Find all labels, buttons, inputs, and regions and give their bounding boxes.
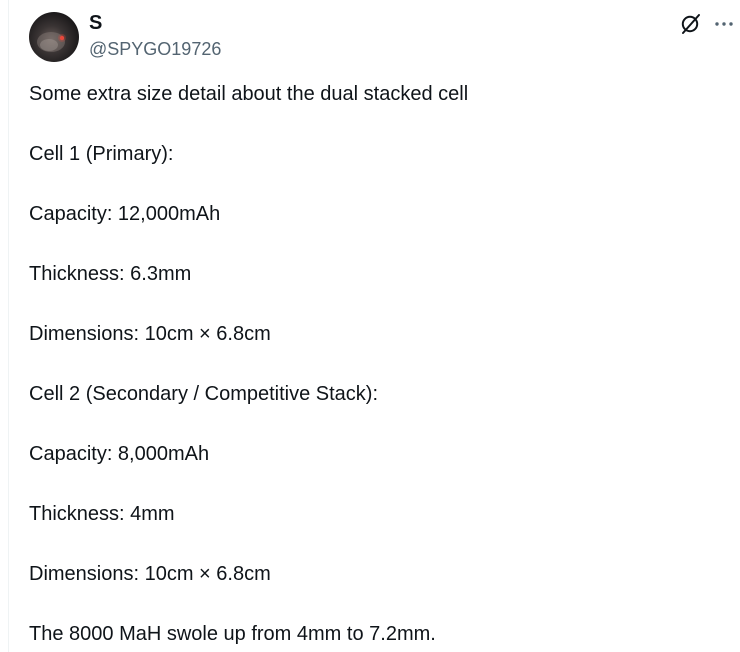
more-options-icon[interactable]: [712, 12, 736, 36]
author-handle[interactable]: @SPYGO19726: [89, 38, 221, 60]
grok-icon[interactable]: [679, 12, 703, 36]
tweet-line-cell1-capacity: Capacity: 12,000mAh: [29, 203, 221, 225]
left-divider: [8, 0, 9, 652]
tweet-line-cell1-heading: Cell 1 (Primary):: [29, 143, 174, 165]
avatar[interactable]: [29, 12, 79, 62]
tweet-line-conclusion: The 8000 MaH swole up from 4mm to 7.2mm.: [29, 623, 436, 645]
tweet-line-cell1-dimensions: Dimensions: 10cm × 6.8cm: [29, 323, 271, 345]
tweet-line-cell1-thickness: Thickness: 6.3mm: [29, 263, 192, 285]
tweet-line-cell2-dimensions: Dimensions: 10cm × 6.8cm: [29, 563, 271, 585]
tweet-line-intro: Some extra size detail about the dual st…: [29, 83, 469, 105]
tweet-text: Some extra size detail about the dual st…: [29, 79, 729, 652]
tweet-line-cell2-capacity: Capacity: 8,000mAh: [29, 443, 210, 465]
avatar-photo-icon: [37, 32, 66, 52]
tweet-line-cell2-heading: Cell 2 (Secondary / Competitive Stack):: [29, 383, 379, 405]
tweet-line-cell2-thickness: Thickness: 4mm: [29, 503, 175, 525]
author-display-name[interactable]: S: [89, 11, 102, 35]
